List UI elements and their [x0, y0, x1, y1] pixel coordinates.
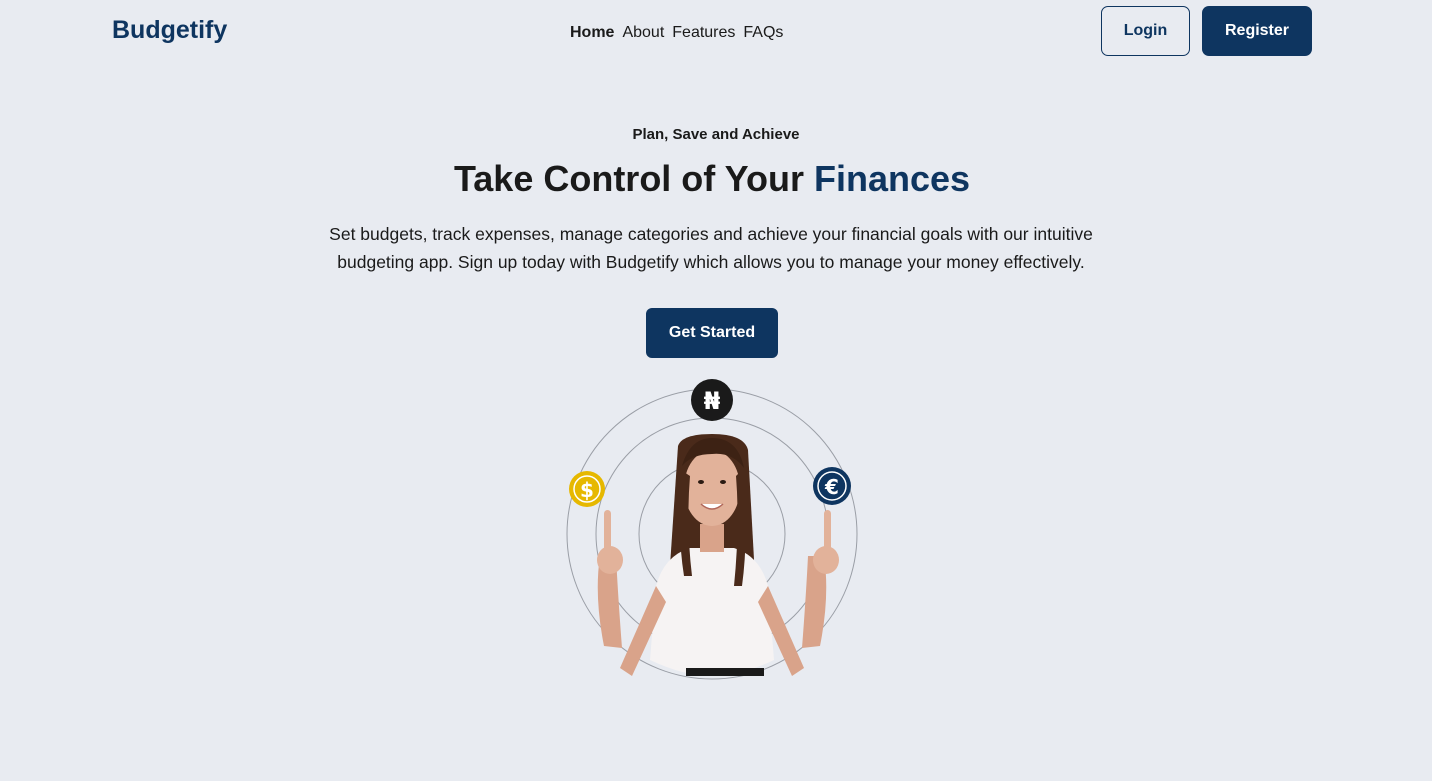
nav-item-about[interactable]: About — [622, 24, 664, 42]
landing-page: Budgetify Home About Features FAQs Login… — [0, 0, 1432, 781]
hero-description: Set budgets, track expenses, manage cate… — [329, 224, 1093, 272]
headline-accent: Finances — [813, 158, 971, 199]
nav-item-home[interactable]: Home — [570, 24, 614, 42]
main-nav: Home About Features FAQs — [570, 24, 783, 42]
naira-symbol: ₦ — [704, 387, 721, 415]
woman-figure — [597, 434, 839, 676]
hero-headline: Take Control of Your Finances — [0, 158, 1424, 200]
logo[interactable]: Budgetify — [112, 16, 227, 45]
headline-main: Take Control of Your — [453, 158, 814, 199]
dollar-coin-icon: $ — [569, 471, 605, 507]
nav-item-faqs[interactable]: FAQs — [743, 24, 783, 42]
dollar-symbol: $ — [580, 478, 594, 502]
hero-eyebrow: Plan, Save and Achieve — [632, 126, 800, 143]
nav-item-features[interactable]: Features — [672, 24, 735, 42]
euro-coin-icon: € — [813, 467, 851, 505]
hero-illustration-svg: ₦ $ € — [566, 379, 858, 680]
register-button[interactable]: Register — [1202, 6, 1312, 56]
hero-illustration: ₦ $ € — [560, 376, 864, 682]
euro-symbol: € — [824, 475, 839, 499]
get-started-button[interactable]: Get Started — [646, 308, 778, 358]
login-button[interactable]: Login — [1101, 6, 1190, 56]
naira-coin-icon: ₦ — [691, 379, 733, 421]
